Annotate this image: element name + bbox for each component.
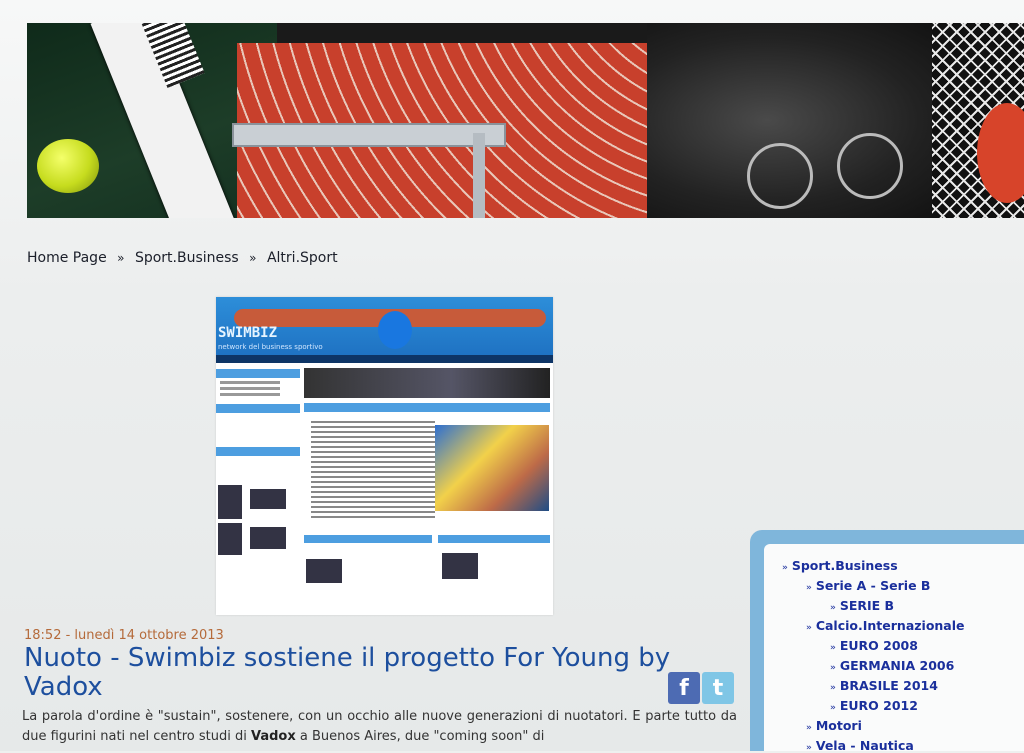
thumb-top-image	[304, 368, 550, 398]
sidebar-item-euro-2008[interactable]: » EURO 2008	[830, 638, 918, 653]
sidebar-item-label: BRASILE 2014	[839, 678, 938, 693]
excerpt-brand: Vadox	[251, 729, 296, 744]
thumb-swimmer-photo	[435, 425, 549, 511]
article-excerpt: La parola d'ordine è "sustain", sostener…	[22, 707, 737, 747]
chevron-right-icon: »	[830, 703, 836, 713]
thumb-text-block	[311, 421, 435, 521]
chevron-right-icon: »	[806, 583, 812, 593]
sidebar-item-serie-b[interactable]: » SERIE B	[830, 598, 894, 613]
thumb-photo	[218, 523, 242, 555]
sidebar-item-label: SERIE B	[839, 598, 895, 613]
banner-hurdle-leg	[473, 133, 485, 218]
thumb-nav	[216, 355, 553, 363]
article-title[interactable]: Nuoto - Swimbiz sostiene il progetto For…	[24, 644, 714, 702]
breadcrumb-separator: »	[249, 251, 257, 265]
bike-wheel	[837, 133, 903, 199]
chevron-right-icon: »	[830, 663, 836, 673]
thumb-photo	[442, 553, 478, 579]
sidebar-item-calcio-internazionale[interactable]: » Calcio.Internazionale	[806, 618, 965, 633]
thumb-box-bar	[438, 535, 550, 543]
thumb-swim-cap	[378, 311, 412, 349]
chevron-right-icon: »	[830, 683, 836, 693]
sidebar-item-label: EURO 2008	[839, 638, 918, 653]
thumb-brand: SWIMBIZ	[218, 325, 278, 341]
banner-hurdle	[232, 123, 506, 147]
thumb-brand-sub: network del business sportivo	[218, 343, 323, 351]
sidebar-item-label: Sport.Business	[791, 558, 898, 573]
banner-cyclists	[647, 23, 947, 218]
thumb-photo	[218, 485, 242, 519]
bike-wheel	[747, 143, 813, 209]
breadcrumb-separator: »	[117, 251, 125, 265]
chevron-right-icon: »	[830, 603, 836, 613]
thumb-photo	[306, 559, 342, 583]
sidebar-item-label: EURO 2012	[839, 698, 918, 713]
facebook-icon[interactable]: f	[668, 672, 700, 704]
twitter-icon[interactable]: t	[702, 672, 734, 704]
chevron-right-icon: »	[806, 743, 812, 753]
thumb-photo	[250, 489, 286, 509]
sidebar-item-label: Serie A - Serie B	[815, 578, 931, 593]
sidebar-item-label: GERMANIA 2006	[839, 658, 955, 673]
sidebar-item-sport-business[interactable]: » Sport.Business	[782, 558, 898, 573]
chevron-right-icon: »	[782, 563, 788, 573]
breadcrumb: Home Page » Sport.Business » Altri.Sport	[27, 250, 338, 266]
thumb-box-bar	[304, 535, 432, 543]
sidebar-item-label: Calcio.Internazionale	[815, 618, 965, 633]
header-banner	[27, 23, 1024, 218]
category-list-panel: » Sport.Business » Serie A - Serie B » SERI…	[764, 544, 1024, 753]
sidebar-item-brasile-2014[interactable]: » BRASILE 2014	[830, 678, 938, 693]
chevron-right-icon: »	[806, 623, 812, 633]
social-share: f t	[668, 672, 734, 704]
breadcrumb-altri-sport[interactable]: Altri.Sport	[267, 250, 338, 266]
thumb-photo	[250, 527, 286, 549]
sidebar-item-euro-2012[interactable]: » EURO 2012	[830, 698, 918, 713]
article-image[interactable]: SWIMBIZ network del business sportivo	[216, 297, 553, 615]
breadcrumb-home[interactable]: Home Page	[27, 250, 107, 266]
category-sidebar: » Sport.Business » Serie A - Serie B » SERI…	[750, 530, 1024, 753]
chevron-right-icon: »	[830, 643, 836, 653]
excerpt-text: a Buenos Aires, due "coming soon" di	[295, 729, 545, 744]
sidebar-item-motori[interactable]: » Motori	[806, 718, 862, 733]
chevron-right-icon: »	[806, 723, 812, 733]
breadcrumb-sport-business[interactable]: Sport.Business	[135, 250, 239, 266]
sidebar-item-serie-a-b[interactable]: » Serie A - Serie B	[806, 578, 930, 593]
tennis-ball-icon	[37, 139, 99, 193]
sidebar-item-germania-2006[interactable]: » GERMANIA 2006	[830, 658, 954, 673]
thumb-section-bar	[304, 403, 550, 412]
sidebar-item-label: Motori	[815, 718, 862, 733]
article-timestamp: 18:52 - lunedì 14 ottobre 2013	[24, 628, 224, 643]
